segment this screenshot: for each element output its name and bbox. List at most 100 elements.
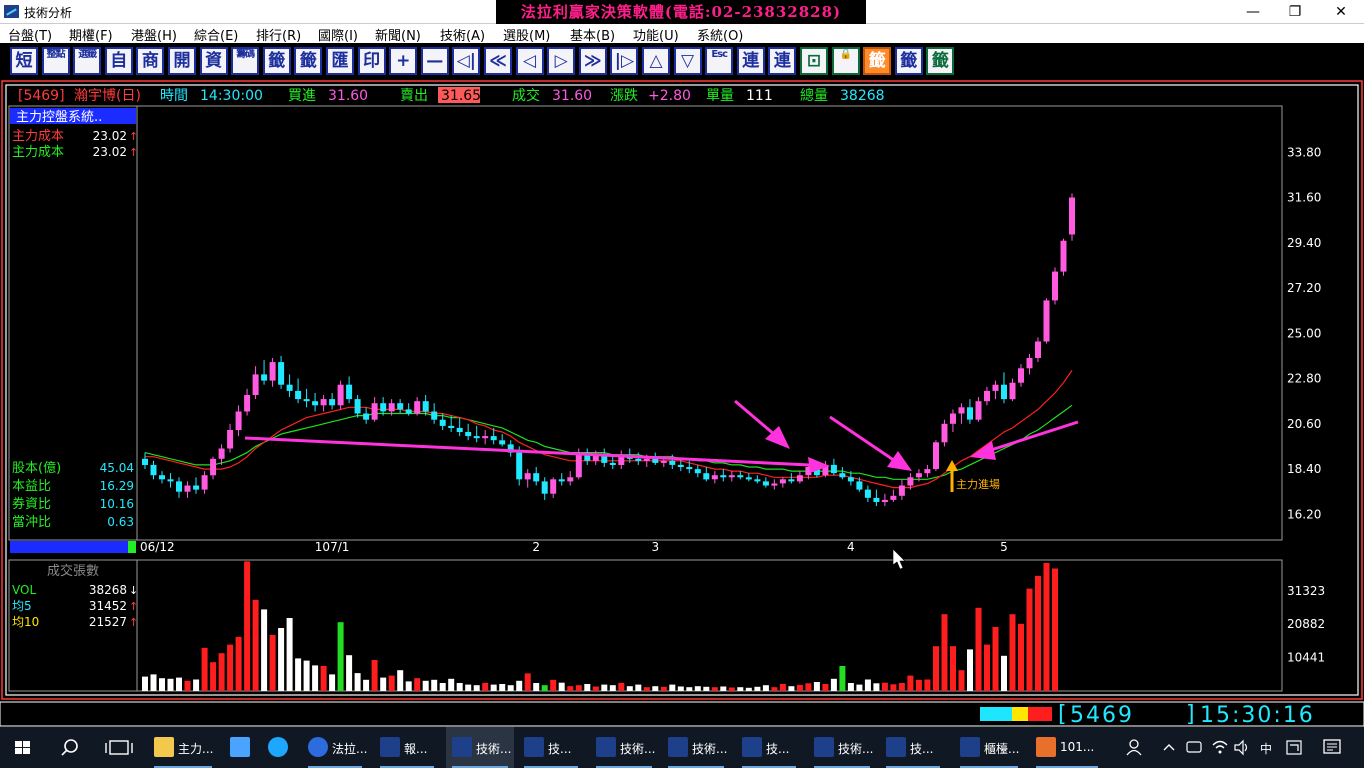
- back-button[interactable]: ◁: [515, 47, 544, 75]
- menu-item-7[interactable]: 新聞(N): [375, 25, 421, 44]
- search-icon[interactable]: [48, 727, 94, 768]
- candle-up: [1069, 197, 1075, 235]
- taskbar-item-2[interactable]: [224, 727, 258, 768]
- maximize-button[interactable]: ❐: [1272, 0, 1318, 24]
- link-button[interactable]: 連: [736, 47, 765, 75]
- volume-bar: [473, 685, 480, 691]
- forward-button[interactable]: ▷: [547, 47, 576, 75]
- up-button[interactable]: △: [642, 47, 670, 75]
- candle-down: [1001, 384, 1007, 400]
- print-button[interactable]: 印: [357, 47, 386, 75]
- first-button[interactable]: ◁|: [452, 47, 481, 75]
- taskbar-item-12[interactable]: 技...: [880, 727, 946, 768]
- taskbar-item-11[interactable]: 技術...: [808, 727, 876, 768]
- lock-button[interactable]: 🔒: [831, 47, 860, 75]
- ime-indicator[interactable]: 中: [1258, 727, 1276, 768]
- fund-button[interactable]: 籤: [262, 47, 291, 75]
- taskbar-item-1[interactable]: 主力...: [148, 727, 218, 768]
- volume-bar: [754, 686, 761, 691]
- selector-button[interactable]: 選籤: [73, 47, 102, 75]
- people-icon[interactable]: [1124, 727, 1146, 768]
- custom-button[interactable]: 自: [104, 47, 133, 75]
- menu-item-1[interactable]: 台盤(T): [8, 25, 52, 44]
- menu-item-12[interactable]: 系統(O): [697, 25, 743, 44]
- ime-mode-icon[interactable]: [1284, 727, 1304, 768]
- volume-bar: [218, 653, 225, 691]
- taskbar-item-4[interactable]: 法拉...: [302, 727, 368, 768]
- volume-bar: [235, 636, 242, 691]
- taskbar-item-7[interactable]: 技...: [518, 727, 584, 768]
- task-view-icon[interactable]: [96, 727, 142, 768]
- hourly-button[interactable]: 整點: [41, 47, 70, 75]
- zoom-in-button[interactable]: +: [389, 47, 418, 75]
- fast-forward-button[interactable]: ≫: [578, 47, 607, 75]
- candle-down: [346, 384, 353, 400]
- taskbar-item-3[interactable]: [262, 727, 296, 768]
- close-button[interactable]: ✕: [1318, 0, 1364, 24]
- data-button[interactable]: 資: [199, 47, 228, 75]
- taskbar-item-6[interactable]: 技術...: [446, 727, 514, 768]
- chips-button[interactable]: 籌碼: [231, 47, 260, 75]
- volume-bar: [813, 682, 820, 691]
- start-button[interactable]: [0, 727, 46, 768]
- candle-up: [1043, 300, 1050, 342]
- last-button[interactable]: |▷: [610, 47, 639, 75]
- notifications-icon[interactable]: [1320, 727, 1344, 768]
- taskbar-item-9[interactable]: 技術...: [662, 727, 730, 768]
- menu-item-3[interactable]: 港盤(H): [131, 25, 177, 44]
- tray-chevron-icon[interactable]: [1160, 727, 1178, 768]
- candle-down: [176, 481, 182, 492]
- taskbar-item-10[interactable]: 技...: [736, 727, 802, 768]
- option-button[interactable]: 籤: [894, 47, 923, 75]
- chart-canvas[interactable]: [5469] 瀚宇博(日) 時間 14:30:00 買進 31.60 賣出 成交 31.60 漲跌…: [0, 79, 1364, 701]
- menu-item-10[interactable]: 基本(B): [570, 25, 615, 44]
- volume-bar: [873, 683, 880, 691]
- down-button[interactable]: ▽: [673, 47, 702, 75]
- volume-bar: [150, 674, 157, 691]
- volume-bar: [295, 658, 302, 691]
- fundamental-value: 0.63: [107, 515, 134, 529]
- price-tick-label: 18.40: [1287, 462, 1321, 476]
- product-button[interactable]: 商: [136, 47, 165, 75]
- tech-button[interactable]: 籤: [294, 47, 323, 75]
- volume-bar: [609, 685, 616, 691]
- note-button[interactable]: 籤: [863, 47, 892, 75]
- volume-icon[interactable]: [1232, 727, 1252, 768]
- link2-button[interactable]: 連: [768, 47, 797, 75]
- taskbar-item-8[interactable]: 技術...: [590, 727, 658, 768]
- volume-row-arrow: ↓: [129, 584, 138, 597]
- candle-up: [575, 452, 582, 478]
- folder-icon: [154, 737, 174, 757]
- news-button[interactable]: 籤: [926, 47, 955, 75]
- open-button[interactable]: 開: [168, 47, 196, 75]
- escape-button[interactable]: Esc: [705, 47, 734, 75]
- volume-bar: [592, 686, 599, 691]
- scroll-thumb[interactable]: [128, 541, 136, 553]
- minimize-button[interactable]: —: [1230, 0, 1276, 24]
- volume-bar: [1018, 623, 1024, 691]
- zoom-out-button[interactable]: —: [420, 47, 449, 75]
- candle-up: [388, 403, 395, 412]
- candle-up: [482, 436, 489, 439]
- window-button[interactable]: ⊡: [800, 47, 828, 75]
- volume-bar: [745, 687, 752, 691]
- taskbar-item-13[interactable]: 櫃檯...: [954, 727, 1024, 768]
- menu-item-4[interactable]: 綜合(E): [194, 25, 238, 44]
- menu-item-11[interactable]: 功能(U): [633, 25, 679, 44]
- tray-app-icon[interactable]: [1184, 727, 1204, 768]
- volume-bar: [950, 646, 956, 691]
- short-term-button[interactable]: 短: [10, 47, 38, 75]
- candle-up: [796, 475, 803, 482]
- menu-item-2[interactable]: 期權(F): [69, 25, 113, 44]
- scroll-bar[interactable]: [10, 541, 128, 553]
- menu-item-5[interactable]: 排行(R): [256, 25, 301, 44]
- menu-item-6[interactable]: 國際(I): [318, 25, 358, 44]
- export-button[interactable]: 匯: [326, 47, 354, 75]
- taskbar-item-5[interactable]: 報...: [374, 727, 440, 768]
- fundamental-value: 45.04: [100, 461, 134, 475]
- wifi-icon[interactable]: [1210, 727, 1230, 768]
- fast-back-button[interactable]: ≪: [484, 47, 512, 75]
- taskbar-item-14[interactable]: 101...: [1030, 727, 1104, 768]
- menu-item-9[interactable]: 選股(M): [503, 25, 550, 44]
- menu-item-8[interactable]: 技術(A): [440, 25, 485, 44]
